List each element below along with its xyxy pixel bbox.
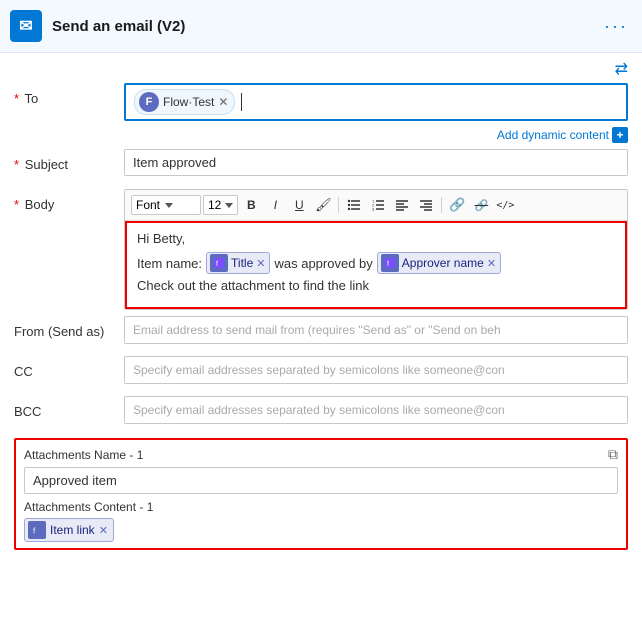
font-chevron-icon [165,203,173,208]
approver-token-close[interactable]: ✕ [487,257,496,270]
approver-token-icon: f [381,254,399,272]
add-dynamic-content-button[interactable]: Add dynamic content + [497,127,628,143]
from-input[interactable]: Email address to send mail from (require… [124,316,628,344]
item-link-token-close[interactable]: ✕ [99,524,108,537]
title-token: f Title ✕ [206,252,270,274]
tag-label: Flow·Test [163,95,214,109]
attachments-copy-icon[interactable]: ⧉ [608,446,618,463]
header-left: ✉ Send an email (V2) [10,10,185,42]
body-label: * Body [14,189,124,212]
tag-avatar: F [139,92,159,112]
font-size-value: 12 [208,198,221,212]
body-line-1: Hi Betty, [137,231,615,246]
code-button[interactable]: </> [494,194,516,216]
cc-label: CC [14,356,124,379]
header: ✉ Send an email (V2) ··· [0,0,642,53]
svg-text:f: f [216,261,218,268]
body-editor-wrapper: Font 12 B I U 🖌 1.2.3. [124,189,628,310]
link-button[interactable]: 🔗 [446,194,468,216]
swap-row: ⇄ [0,53,642,83]
approver-token: f Approver name ✕ [377,252,501,274]
body-row: * Body Font 12 B I U 🖌 [14,189,628,310]
body-line-2: Item name: f Title ✕ was approved by f A… [137,252,615,274]
body-content[interactable]: Hi Betty, Item name: f Title ✕ was appro… [125,221,627,309]
italic-button[interactable]: I [264,194,286,216]
text-cursor [241,93,242,111]
attachment-name-input[interactable] [24,467,618,494]
title-token-icon: f [210,254,228,272]
underline-button[interactable]: U [288,194,310,216]
bcc-label: BCC [14,396,124,419]
app-icon: ✉ [10,10,42,42]
title-token-close[interactable]: ✕ [256,257,265,270]
item-link-token: f Item link ✕ [24,518,114,542]
form-area: * To F Flow·Test ✕ Add dynamic content +… [0,83,642,430]
item-link-token-label: Item link [50,523,95,537]
dynamic-content-label: Add dynamic content [497,128,609,142]
bcc-input[interactable]: Specify email addresses separated by sem… [124,396,628,424]
ordered-list-button[interactable]: 1.2.3. [367,194,389,216]
approver-token-label: Approver name [402,256,484,270]
unordered-list-button[interactable] [343,194,365,216]
unlink-button[interactable]: 🔗 [470,194,492,216]
tag-close-button[interactable]: ✕ [218,96,228,108]
from-label: From (Send as) [14,316,124,339]
font-size-chevron-icon [225,203,233,208]
toolbar-separator-2 [441,197,442,213]
cc-row: CC Specify email addresses separated by … [14,356,628,390]
toolbar-separator-1 [338,197,339,213]
attachments-section: Attachments Name - 1 ⧉ Attachments Conte… [14,438,628,550]
to-label: * To [14,83,124,106]
dynamic-content-plus-icon: + [612,127,628,143]
required-star: * [14,91,19,106]
align-left-button[interactable] [391,194,413,216]
svg-text:3.: 3. [372,207,375,212]
subject-input[interactable] [124,149,628,176]
required-star: * [14,197,19,212]
cc-input[interactable]: Specify email addresses separated by sem… [124,356,628,384]
attachments-content-label: Attachments Content - 1 [24,500,618,514]
more-options-button[interactable]: ··· [604,16,628,37]
font-label: Font [136,198,160,212]
to-tag: F Flow·Test ✕ [134,89,235,115]
svg-text:f: f [387,261,389,268]
header-title: Send an email (V2) [52,18,185,35]
to-row: * To F Flow·Test ✕ [14,83,628,121]
attachments-name-label: Attachments Name - 1 [24,448,143,462]
subject-row: * Subject [14,149,628,183]
body-toolbar: Font 12 B I U 🖌 1.2.3. [125,190,627,221]
body-line-3: Check out the attachment to find the lin… [137,278,615,293]
dynamic-content-row: Add dynamic content + [14,127,628,143]
attachments-header: Attachments Name - 1 ⧉ [24,446,618,463]
font-size-dropdown[interactable]: 12 [203,195,238,215]
font-dropdown[interactable]: Font [131,195,201,215]
to-field[interactable]: F Flow·Test ✕ [124,83,628,121]
title-token-label: Title [231,256,253,270]
from-row: From (Send as) Email address to send mai… [14,316,628,350]
subject-label: * Subject [14,149,124,172]
swap-icon[interactable]: ⇄ [615,59,628,79]
bold-button[interactable]: B [240,194,262,216]
align-right-button[interactable] [415,194,437,216]
item-link-token-icon: f [28,521,46,539]
bcc-row: BCC Specify email addresses separated by… [14,396,628,430]
paint-button[interactable]: 🖌 [312,194,334,216]
required-star: * [14,157,19,172]
